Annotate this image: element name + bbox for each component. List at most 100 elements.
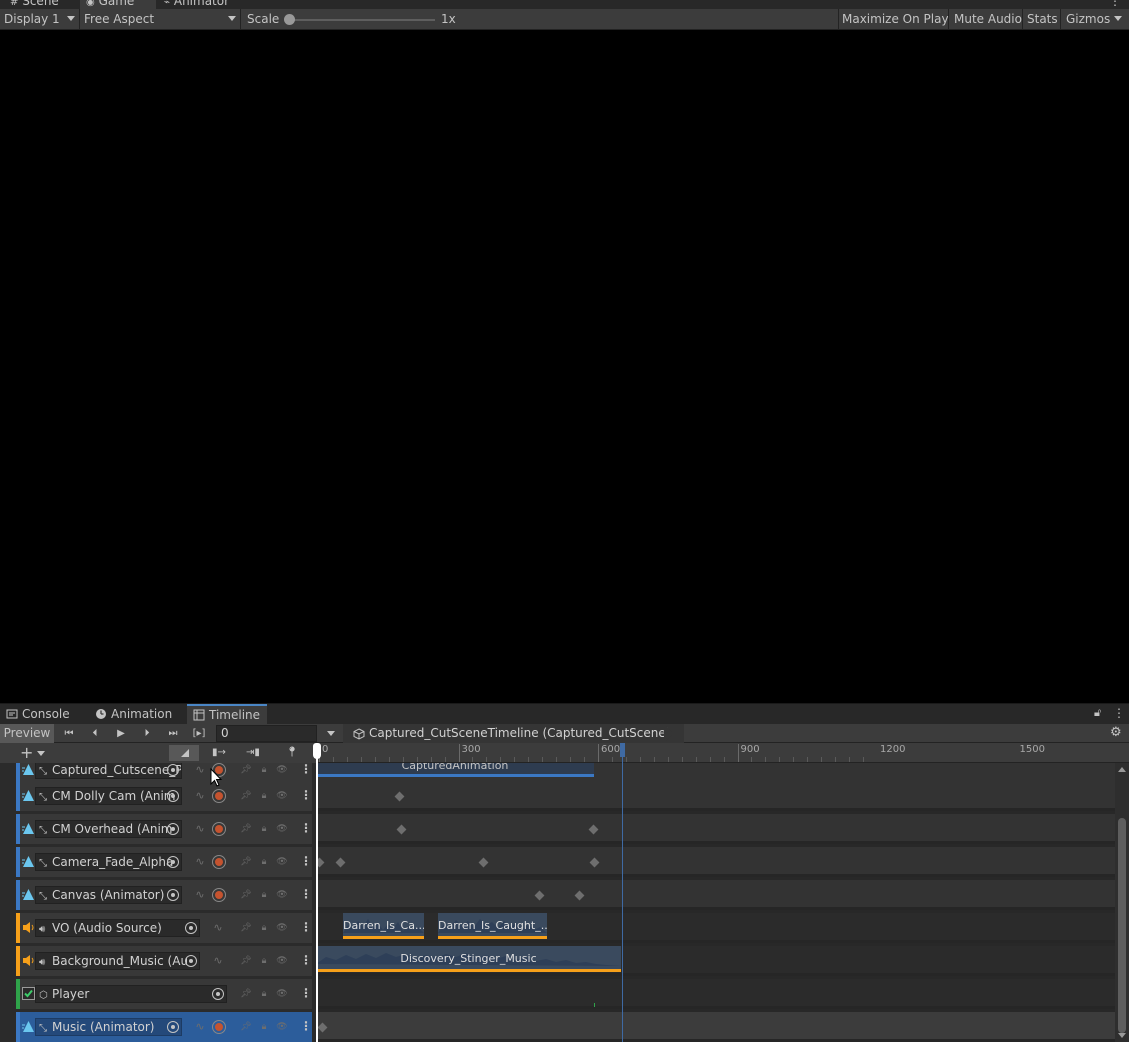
eye-icon[interactable]: 👁︎ [275,921,289,935]
eye-icon[interactable]: 👁︎ [275,888,289,902]
pin-icon[interactable]: 📌︎ [239,1020,253,1034]
window-menu-icon[interactable]: ⋮ [1109,0,1121,8]
curves-icon[interactable]: ∿ [211,921,225,935]
tab-animation[interactable]: Animation [89,704,178,725]
pin-icon[interactable]: 📌︎ [239,763,253,777]
play-range-icon[interactable]: [▸] [191,726,207,741]
go-to-end-icon[interactable]: ⏭ [165,726,181,741]
pin-icon[interactable]: 📌︎ [239,789,253,803]
track-menu-icon[interactable]: ⋮ [300,854,312,868]
lock-icon[interactable]: 🔒︎ [257,921,271,935]
vertical-scrollbar[interactable] [1115,763,1129,1042]
next-frame-icon[interactable]: ⏵ [139,726,155,741]
tab-timeline[interactable]: Timeline [187,704,267,725]
eye-icon[interactable]: 👁︎ [275,855,289,869]
scroll-up-icon[interactable] [1118,767,1126,772]
object-picker-icon[interactable] [167,764,179,776]
lock-icon[interactable]: 🔓︎ [1094,706,1101,720]
eye-icon[interactable]: 👁︎ [275,822,289,836]
track-binding-field[interactable]: ⬡ Player [35,985,227,1003]
curves-icon[interactable]: ∿ [193,822,207,836]
track-header[interactable]: ⤡ Camera_Fade_Alpha ∿ 📌︎ 🔒︎ 👁︎ ⋮ [16,847,312,877]
keyframe[interactable] [534,890,545,901]
lock-icon[interactable]: 🔒︎ [257,822,271,836]
track-lanes[interactable]: CapturedAnimation Darren_Is_Ca... Darren… [316,763,1115,1042]
clip-captured-animation[interactable]: CapturedAnimation [316,763,594,777]
track-menu-icon[interactable]: ⋮ [300,1019,312,1033]
keyframe[interactable] [396,824,407,835]
track-binding-field[interactable]: ⤡ Camera_Fade_Alpha [35,853,182,871]
track-menu-icon[interactable]: ⋮ [300,788,312,802]
eye-icon[interactable]: 👁︎ [275,763,289,777]
scale-slider-handle[interactable] [284,14,295,25]
timeline-end-marker[interactable] [622,743,623,1042]
ripple-icon[interactable]: ▮→ [211,745,227,760]
track-menu-icon[interactable]: ⋮ [300,953,312,967]
pin-icon[interactable]: 📌︎ [239,822,253,836]
eye-icon[interactable]: 👁︎ [275,1020,289,1034]
lock-icon[interactable]: 🔒︎ [257,789,271,803]
tab-scene[interactable]: # Scene [4,0,65,9]
object-picker-icon[interactable] [167,1021,179,1033]
keyframe[interactable] [394,791,405,802]
track-header[interactable]: ⤡ Music (Animator) ∿ 📌︎ 🔒︎ 👁︎ ⋮ [16,1012,312,1042]
clip-vo-2[interactable]: Darren_Is_Caught_... [438,913,547,939]
track-binding-field[interactable]: ⤡ Music (Animator) [35,1018,182,1036]
track-header[interactable]: 🔊︎ VO (Audio Source) ∿ 📌︎ 🔒︎ 👁︎ ⋮ [16,913,312,943]
game-view[interactable] [0,30,1129,703]
track-menu-icon[interactable]: ⋮ [300,763,312,776]
tab-animator[interactable]: ⌁ Animator [158,0,235,9]
chevron-down-icon[interactable] [37,751,45,756]
curves-icon[interactable]: ∿ [193,763,207,777]
lane-player[interactable] [316,979,1115,1009]
lock-icon[interactable]: 🔒︎ [257,954,271,968]
track-binding-field[interactable]: ⤡ Captured_Cutscene_Pl [35,763,182,779]
time-ruler[interactable]: 0 300 600 900 1200 1500 [316,743,1129,763]
tab-console[interactable]: Console [0,704,76,725]
play-icon[interactable]: ▶ [113,726,129,741]
track-menu-icon[interactable]: ⋮ [300,821,312,835]
track-header[interactable]: 🔊︎ Background_Music (Au ∿ 📌︎ 🔒︎ 👁︎ ⋮ [16,946,312,976]
lock-icon[interactable]: 🔒︎ [257,1020,271,1034]
playhead-handle[interactable] [313,743,321,759]
pin-icon[interactable]: 📌︎ [239,855,253,869]
timeline-asset-breadcrumb[interactable]: Captured_CutSceneTimeline (Captured_CutS… [343,724,685,743]
lock-icon[interactable]: 🔒︎ [257,763,271,777]
curves-icon[interactable]: ∿ [193,855,207,869]
pin-icon[interactable]: 📌︎ [239,954,253,968]
pin-icon[interactable]: 📌︎ [239,888,253,902]
preview-button[interactable]: Preview [0,724,54,743]
frame-input[interactable]: 0 [216,725,317,742]
gizmos-dropdown[interactable]: Gizmos [1066,9,1110,30]
tab-game[interactable]: ◉ Game [80,0,156,9]
keyframe[interactable] [589,857,600,868]
scroll-down-icon[interactable] [1118,1033,1126,1038]
eye-icon[interactable]: 👁︎ [275,954,289,968]
record-button[interactable] [212,1020,226,1034]
stats-toggle[interactable]: Stats [1027,9,1058,30]
chevron-down-icon[interactable] [327,731,335,736]
track-binding-field[interactable]: 🔊︎ VO (Audio Source) [35,919,200,937]
record-button[interactable] [212,888,226,902]
aspect-dropdown[interactable]: Free Aspect [84,9,234,30]
curves-icon[interactable]: ∿ [193,789,207,803]
add-track-icon[interactable]: + [20,743,33,762]
object-picker-icon[interactable] [167,889,179,901]
track-binding-field[interactable]: 🔊︎ Background_Music (Au [35,952,200,970]
eye-icon[interactable]: 👁︎ [275,789,289,803]
track-menu-icon[interactable]: ⋮ [300,887,312,901]
track-menu-icon[interactable]: ⋮ [300,920,312,934]
mute-audio-toggle[interactable]: Mute Audio [954,9,1022,30]
gear-icon[interactable]: ⚙ [1110,725,1122,740]
lock-icon[interactable]: 🔒︎ [257,987,271,1001]
lane-canvas[interactable] [316,880,1115,910]
track-header[interactable]: ⤡ CM Overhead (Anim ∿ 📌︎ 🔒︎ 👁︎ ⋮ [16,814,312,844]
object-picker-icon[interactable] [185,922,197,934]
checkbox-icon[interactable] [22,987,35,1000]
keyframe[interactable] [574,890,585,901]
display-dropdown[interactable]: Display 1 [4,9,76,30]
lane-cm-dolly[interactable] [316,781,1115,811]
track-menu-icon[interactable]: ⋮ [300,986,312,1000]
object-picker-icon[interactable] [212,988,224,1000]
lane-camera-fade[interactable] [316,847,1115,877]
